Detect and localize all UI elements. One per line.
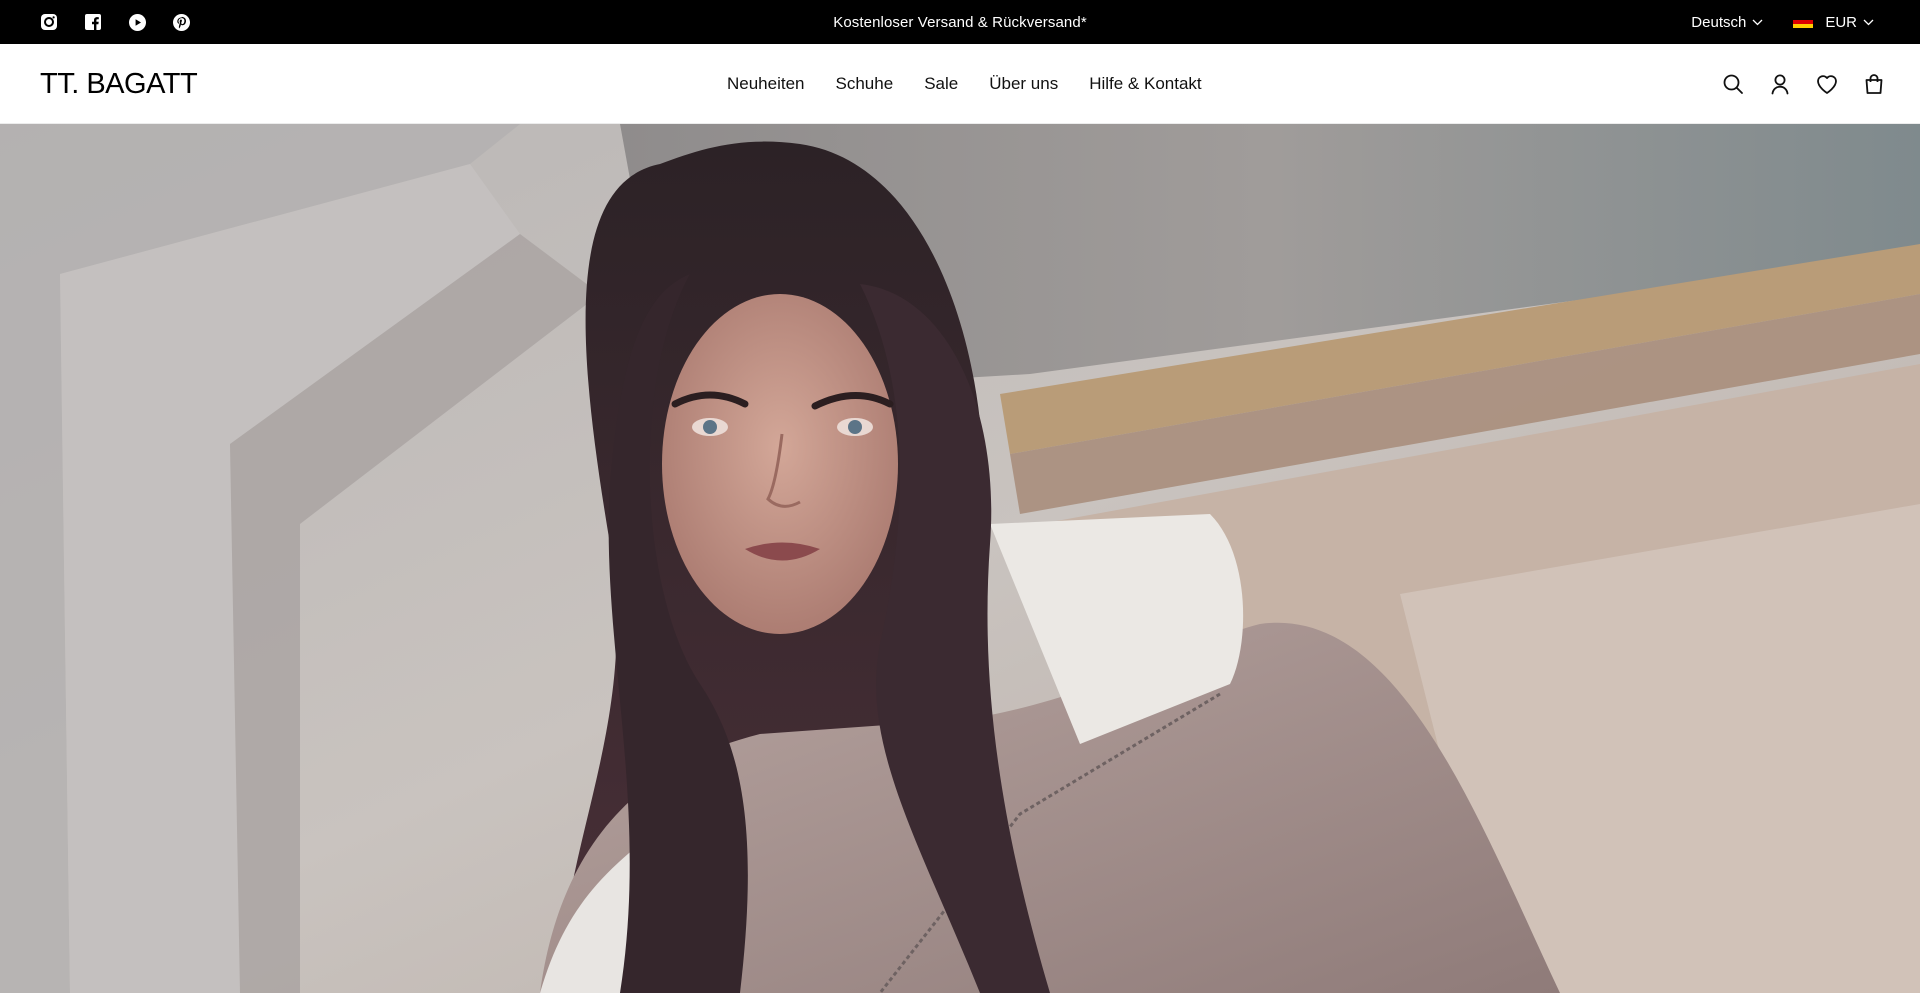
nav-item-sale[interactable]: Sale (924, 74, 958, 94)
language-label: Deutsch (1691, 13, 1747, 31)
language-selector[interactable]: Deutsch (1691, 14, 1763, 31)
nav-item-schuhe[interactable]: Schuhe (836, 74, 894, 94)
announcement-bar: Kostenloser Versand & Rückversand* Deuts… (0, 0, 1920, 44)
site-header: TT. BAGATT Neuheiten Schuhe Sale Über un… (0, 44, 1920, 124)
announcement-text-wrap: Kostenloser Versand & Rückversand* (0, 0, 1920, 44)
nav-item-neuheiten[interactable]: Neuheiten (727, 74, 805, 94)
chevron-down-icon (1752, 19, 1763, 25)
header-actions (1721, 44, 1886, 124)
social-links (38, 0, 192, 44)
currency-label: EUR (1825, 13, 1857, 31)
pinterest-icon[interactable] (170, 11, 192, 33)
hero-video[interactable] (0, 124, 1920, 993)
youtube-icon[interactable] (126, 11, 148, 33)
wishlist-icon[interactable] (1815, 72, 1839, 96)
brand-logo[interactable]: TT. BAGATT (40, 44, 198, 124)
germany-flag-icon (1793, 15, 1814, 29)
hero-image (0, 124, 1920, 993)
chevron-down-icon (1863, 19, 1874, 25)
instagram-icon[interactable] (38, 11, 60, 33)
currency-selector[interactable]: EUR (1793, 14, 1874, 31)
main-nav: Neuheiten Schuhe Sale Über uns Hilfe & K… (727, 44, 1202, 124)
announcement-text[interactable]: Kostenloser Versand & Rückversand* (833, 14, 1087, 31)
nav-item-ueber-uns[interactable]: Über uns (989, 74, 1058, 94)
locale-selectors: Deutsch EUR (1691, 0, 1874, 44)
nav-item-hilfe-kontakt[interactable]: Hilfe & Kontakt (1089, 74, 1201, 94)
facebook-icon[interactable] (82, 11, 104, 33)
cart-icon[interactable] (1862, 72, 1886, 96)
search-icon[interactable] (1721, 72, 1745, 96)
account-icon[interactable] (1768, 72, 1792, 96)
